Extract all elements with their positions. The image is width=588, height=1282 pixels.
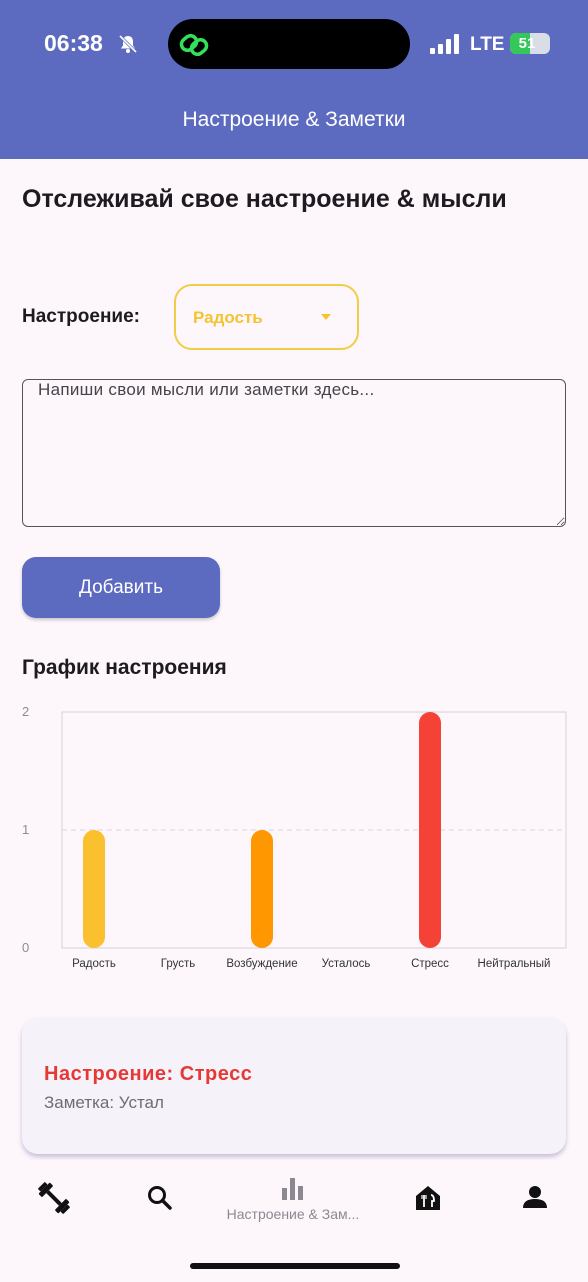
restaurant-icon[interactable]: [408, 1180, 448, 1216]
entry-card[interactable]: Настроение: Стресс Заметка: Устал: [22, 1018, 566, 1154]
mood-chart: 0 1 2 Радость Грусть Возбуждение Усталось Стрес…: [22, 704, 567, 970]
x-tick-label: Стресс: [411, 958, 449, 970]
search-icon[interactable]: [140, 1180, 180, 1216]
app-bar-title: Настроение & Заметки: [182, 108, 406, 131]
x-tick-label: Нейтральный: [478, 958, 551, 970]
y-tick-label: 2: [22, 704, 29, 719]
bell-muted-icon: [118, 34, 138, 54]
chevron-down-icon: [321, 314, 331, 320]
x-tick-label: Грусть: [161, 958, 195, 970]
battery-level: 51: [518, 35, 536, 52]
x-tick-label: Усталось: [322, 958, 371, 970]
battery-indicator: 51: [510, 33, 550, 54]
chart-bar: [419, 712, 441, 948]
home-indicator: [190, 1263, 400, 1269]
notes-input[interactable]: [22, 379, 566, 527]
mood-dropdown[interactable]: Радость: [174, 284, 359, 350]
entry-note: Заметка: Устал: [44, 1093, 164, 1112]
chart-title: График настроения: [22, 656, 227, 679]
x-tick-label: Радость: [72, 958, 116, 970]
y-tick-label: 1: [22, 822, 29, 837]
chart-bar: [83, 830, 105, 948]
status-time: 06:38: [44, 30, 103, 56]
bar-chart-icon[interactable]: [273, 1174, 313, 1210]
x-tick-label: Возбуждение: [226, 958, 297, 970]
person-icon[interactable]: [515, 1180, 555, 1216]
signal-icon: [430, 34, 459, 54]
add-button[interactable]: Добавить: [22, 557, 220, 618]
nav-label-mood-notes[interactable]: Настроение & Зам...: [200, 1206, 386, 1222]
network-type: LTE: [470, 34, 505, 55]
mood-dropdown-value: Радость: [193, 308, 263, 327]
y-tick-label: 0: [22, 940, 29, 955]
dumbbell-icon[interactable]: [34, 1180, 74, 1216]
mood-label: Настроение:: [22, 306, 140, 327]
page-heading: Отслеживай свое настроение & мысли: [22, 185, 507, 213]
entry-mood: Настроение: Стресс: [44, 1063, 253, 1085]
chart-bar: [251, 830, 273, 948]
link-icon: [179, 33, 209, 57]
